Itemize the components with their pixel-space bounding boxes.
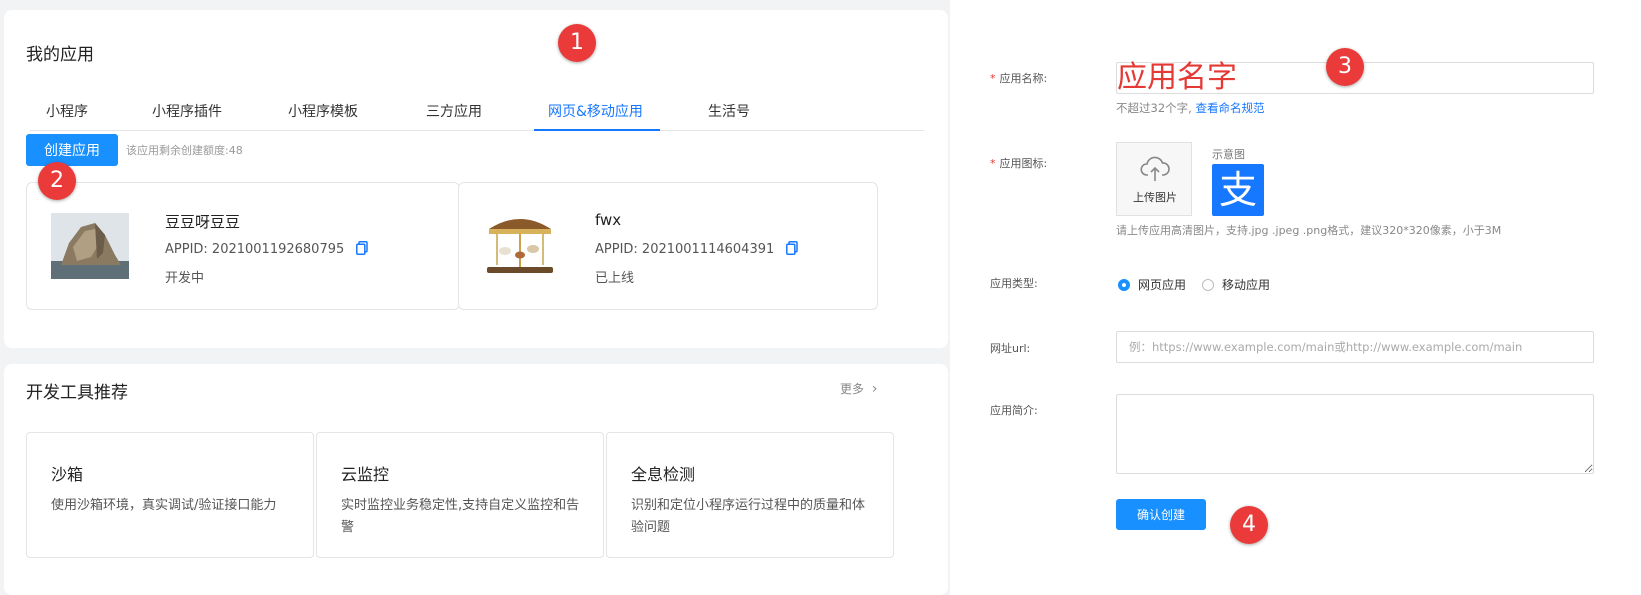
copy-icon[interactable] bbox=[356, 241, 369, 255]
app-id: APPID: 2021001114604391 bbox=[595, 241, 799, 257]
dev-tools-title: 开发工具推荐 bbox=[26, 383, 128, 403]
app-intro-label: 应用简介: bbox=[990, 404, 1038, 417]
tool-card-cloud-monitor[interactable]: 云监控 实时监控业务稳定性,支持自定义监控和告警 bbox=[316, 432, 604, 558]
upload-image-button[interactable]: 上传图片 bbox=[1116, 142, 1192, 216]
dev-tools-panel: 开发工具推荐 更多 › 沙箱 使用沙箱环境，真实调试/验证接口能力 云监控 实时… bbox=[4, 364, 948, 595]
more-link[interactable]: 更多 › bbox=[840, 380, 877, 397]
app-name: 豆豆呀豆豆 bbox=[165, 213, 241, 231]
sample-label: 示意图 bbox=[1212, 148, 1245, 161]
tool-desc: 实时监控业务稳定性,支持自定义监控和告警 bbox=[341, 498, 580, 535]
tab-life-account[interactable]: 生活号 bbox=[708, 101, 750, 121]
radio-web-app[interactable] bbox=[1118, 279, 1130, 291]
app-id-text: APPID: 2021001114604391 bbox=[595, 242, 775, 257]
radio-mobile-app[interactable] bbox=[1202, 279, 1214, 291]
required-mark: * bbox=[990, 72, 996, 85]
my-apps-panel: 我的应用 小程序 小程序插件 小程序模板 三方应用 网页&移动应用 生活号 创建… bbox=[4, 10, 948, 348]
app-name-help: 不超过32个字, 查看命名规范 bbox=[1116, 100, 1264, 116]
tab-third-party-app[interactable]: 三方应用 bbox=[426, 101, 482, 121]
active-tab-indicator bbox=[534, 129, 660, 131]
app-icon-label-text: 应用图标: bbox=[999, 157, 1048, 170]
app-name-help-text: 不超过32个字, bbox=[1116, 101, 1192, 115]
naming-rules-link[interactable]: 查看命名规范 bbox=[1195, 101, 1264, 115]
app-card-doudou[interactable]: 豆豆呀豆豆 APPID: 2021001192680795 开发中 bbox=[26, 182, 460, 310]
annotation-marker-3: 3 bbox=[1326, 48, 1364, 86]
icon-help-text: 请上传应用高清图片，支持.jpg .jpeg .png格式，建议320*320像… bbox=[1116, 224, 1502, 237]
cloud-upload-icon bbox=[1140, 156, 1170, 181]
tool-card-holographic-detection[interactable]: 全息检测 识别和定位小程序运行过程中的质量和体验问题 bbox=[606, 432, 894, 558]
app-id-text: APPID: 2021001192680795 bbox=[165, 242, 345, 257]
quota-text: 该应用剩余创建额度:48 bbox=[126, 144, 243, 157]
alipay-sample-icon: 支 bbox=[1212, 164, 1264, 216]
alipay-icon-glyph: 支 bbox=[1218, 168, 1257, 212]
app-name: fwx bbox=[595, 211, 622, 229]
chevron-right-icon: › bbox=[871, 381, 878, 397]
tab-web-mobile-app[interactable]: 网页&移动应用 bbox=[548, 101, 643, 121]
app-type-tabs: 小程序 小程序插件 小程序模板 三方应用 网页&移动应用 生活号 bbox=[30, 90, 924, 131]
app-status: 已上线 bbox=[595, 271, 635, 286]
tool-title: 全息检测 bbox=[631, 465, 696, 484]
app-name-overlay-text: 应用名字 bbox=[1117, 60, 1237, 95]
tab-mini-program[interactable]: 小程序 bbox=[46, 101, 88, 121]
app-id: APPID: 2021001192680795 bbox=[165, 241, 369, 257]
tab-mini-program-plugin[interactable]: 小程序插件 bbox=[152, 101, 222, 121]
app-thumbnail-carousel bbox=[483, 209, 557, 277]
app-name-label-text: 应用名称: bbox=[999, 72, 1048, 85]
tool-card-sandbox[interactable]: 沙箱 使用沙箱环境，真实调试/验证接口能力 bbox=[26, 432, 314, 558]
more-text: 更多 bbox=[840, 382, 865, 396]
app-card-fwx[interactable]: fwx APPID: 2021001114604391 已上线 bbox=[458, 182, 878, 310]
annotation-marker-1: 1 bbox=[558, 24, 596, 62]
tool-desc: 使用沙箱环境，真实调试/验证接口能力 bbox=[51, 498, 277, 513]
url-label: 网址url: bbox=[990, 342, 1031, 355]
annotation-marker-4: 4 bbox=[1230, 506, 1268, 544]
url-input[interactable] bbox=[1116, 331, 1594, 363]
radio-web-app-label: 网页应用 bbox=[1138, 278, 1187, 292]
required-mark: * bbox=[990, 157, 996, 170]
app-icon-label: * 应用图标: bbox=[990, 155, 1047, 171]
copy-icon[interactable] bbox=[786, 241, 799, 255]
app-type-label: 应用类型: bbox=[990, 277, 1038, 290]
confirm-create-button[interactable]: 确认创建 bbox=[1116, 499, 1206, 530]
app-name-label: * 应用名称: bbox=[990, 70, 1047, 86]
tool-desc: 识别和定位小程序运行过程中的质量和体验问题 bbox=[631, 498, 866, 535]
my-apps-title: 我的应用 bbox=[26, 45, 94, 65]
upload-image-text: 上传图片 bbox=[1133, 191, 1177, 204]
app-status: 开发中 bbox=[165, 271, 205, 286]
create-app-button[interactable]: 创建应用 bbox=[26, 134, 118, 166]
tab-mini-program-template[interactable]: 小程序模板 bbox=[288, 101, 358, 121]
app-thumbnail-rock bbox=[51, 213, 129, 279]
tool-title: 云监控 bbox=[341, 465, 390, 484]
annotation-marker-2: 2 bbox=[38, 162, 76, 200]
app-intro-textarea[interactable] bbox=[1116, 394, 1594, 474]
radio-mobile-app-label: 移动应用 bbox=[1222, 278, 1271, 292]
tool-title: 沙箱 bbox=[51, 465, 84, 484]
